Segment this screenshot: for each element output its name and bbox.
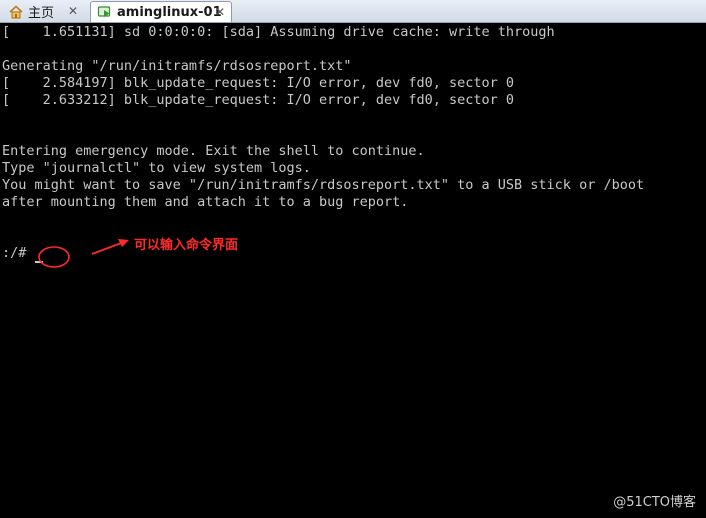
console-line: [ 2.633212] blk_update_request: I/O erro… xyxy=(2,92,515,108)
console-line: after mounting them and attach it to a b… xyxy=(2,194,409,210)
console-terminal[interactable]: [ 1.651131] sd 0:0:0:0: [sda] Assuming d… xyxy=(0,23,706,518)
console-line: Generating "/run/initramfs/rdsosreport.t… xyxy=(2,58,352,74)
close-icon[interactable]: ✕ xyxy=(215,5,225,19)
annotation-label: 可以输入命令界面 xyxy=(134,238,239,253)
console-line: Type "journalctl" to view system logs. xyxy=(2,160,311,176)
console-line: [ 2.584197] blk_update_request: I/O erro… xyxy=(2,75,515,91)
text-cursor xyxy=(35,261,43,263)
vm-icon xyxy=(97,6,111,17)
tab-home-label: 主页 xyxy=(28,6,55,21)
console-line: Entering emergency mode. Exit the shell … xyxy=(2,143,425,159)
close-icon[interactable]: ✕ xyxy=(68,4,78,18)
watermark: @51CTO博客 xyxy=(613,495,696,510)
console-line: [ 1.651131] sd 0:0:0:0: [sda] Assuming d… xyxy=(2,24,555,40)
tab-bar: 主页 ✕ aminglinux-01 ✕ xyxy=(0,0,706,23)
tab-vm-label: aminglinux-01 xyxy=(117,4,222,20)
home-icon xyxy=(9,4,23,18)
shell-prompt: :/# xyxy=(2,245,27,261)
tab-vm[interactable]: aminglinux-01 ✕ xyxy=(90,1,232,22)
tab-home[interactable]: 主页 ✕ xyxy=(4,1,84,22)
console-line: You might want to save "/run/initramfs/r… xyxy=(2,177,645,193)
